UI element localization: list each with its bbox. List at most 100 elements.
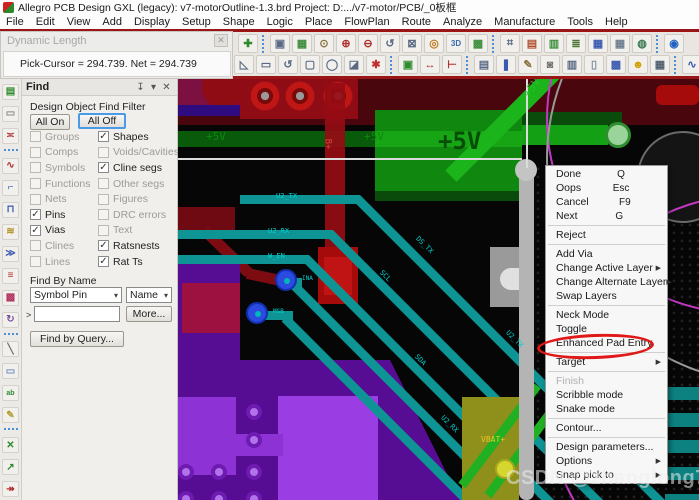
checkbox-box[interactable]: [30, 256, 41, 267]
measure-icon[interactable]: ↔: [420, 55, 440, 74]
menu-display[interactable]: Display: [128, 16, 176, 28]
shade-icon[interactable]: ◪: [344, 55, 364, 74]
menu-item-next[interactable]: Next G: [546, 209, 667, 223]
rect-icon[interactable]: ▢: [300, 55, 320, 74]
checkbox-box[interactable]: [30, 147, 41, 158]
menu-route[interactable]: Route: [396, 16, 437, 28]
loop-icon[interactable]: ↻: [2, 312, 19, 328]
menu-item-neck-mode[interactable]: Neck Mode: [546, 308, 667, 322]
via-add-icon[interactable]: ⊓: [2, 202, 19, 218]
menu-item-swap-layers[interactable]: Swap Layers: [546, 289, 667, 303]
checkbox-functions[interactable]: Functions: [30, 176, 91, 192]
render-icon[interactable]: ▣: [398, 55, 418, 74]
menu-separator[interactable]: [548, 437, 665, 438]
checkbox-lines[interactable]: Lines: [30, 254, 91, 270]
objects-icon[interactable]: ▥: [544, 34, 564, 53]
array-icon[interactable]: ▦: [650, 55, 670, 74]
menu-separator[interactable]: [548, 371, 665, 372]
route-icon[interactable]: ∿: [2, 158, 19, 174]
view-fit-icon[interactable]: ▦: [292, 34, 312, 53]
toolbar-separator[interactable]: [466, 56, 470, 74]
checkbox-box[interactable]: ✓: [30, 225, 41, 236]
checkbox-ratsnests[interactable]: ✓ Ratsnests: [98, 238, 179, 254]
more-button[interactable]: More...: [126, 306, 172, 322]
checkbox-groups[interactable]: Groups: [30, 129, 91, 145]
zoom-points-icon[interactable]: ⊙: [314, 34, 334, 53]
menu-item-snake-mode[interactable]: Snake mode: [546, 402, 667, 416]
checkbox-box[interactable]: [98, 225, 109, 236]
menu-item-design-parameters[interactable]: Design parameters...: [546, 440, 667, 454]
redraw-icon[interactable]: ◎: [424, 34, 444, 53]
menu-item-options[interactable]: Options ▶: [546, 454, 667, 468]
checkbox-rat-ts[interactable]: ✓ Rat Ts: [98, 254, 179, 270]
pliers-icon[interactable]: ✎: [518, 55, 538, 74]
select-icon[interactable]: ◺: [234, 55, 254, 74]
world-view-icon[interactable]: ◍: [632, 34, 652, 53]
checkbox-voids[interactable]: Voids/Cavities: [98, 145, 179, 161]
connect-icon[interactable]: ≍: [2, 128, 19, 144]
zoom-world-icon[interactable]: ⊠: [402, 34, 422, 53]
all-off-button[interactable]: All Off: [78, 113, 126, 129]
menu-separator[interactable]: [548, 418, 665, 419]
menu-place[interactable]: Place: [299, 16, 339, 28]
checkbox-vias[interactable]: ✓ Vias: [30, 223, 91, 239]
close-icon[interactable]: ✕: [160, 82, 173, 93]
checkbox-other-segs[interactable]: Other segs: [98, 176, 179, 192]
menu-manufacture[interactable]: Manufacture: [488, 16, 561, 28]
menu-flowplan[interactable]: FlowPlan: [338, 16, 395, 28]
properties-icon[interactable]: ❚: [496, 55, 516, 74]
checkbox-box[interactable]: [98, 209, 109, 220]
camera-icon[interactable]: ◙: [540, 55, 560, 74]
bus-icon[interactable]: ≡: [2, 268, 19, 284]
checkbox-box[interactable]: ✓: [98, 240, 109, 251]
arrowhead-icon[interactable]: ≫: [2, 246, 19, 262]
checkbox-nets[interactable]: Nets: [30, 191, 91, 207]
checkbox-figures[interactable]: Figures: [98, 191, 179, 207]
checkbox-pins[interactable]: ✓ Pins: [30, 207, 91, 223]
left-toolbar-separator[interactable]: [4, 428, 18, 432]
smiley-icon[interactable]: ☻: [628, 55, 648, 74]
color-grid-icon[interactable]: ▩: [2, 290, 19, 306]
pin-swap-icon[interactable]: ≋: [2, 224, 19, 240]
left-toolbar-separator[interactable]: [4, 149, 18, 153]
waveform-icon[interactable]: ∿: [682, 55, 699, 74]
menu-item-change-active-layer[interactable]: Change Active Layer ▶: [546, 261, 667, 275]
toolbar-separator[interactable]: [656, 35, 660, 53]
highlight-icon[interactable]: ✱: [366, 55, 386, 74]
text-edit-icon[interactable]: ✎: [2, 407, 19, 423]
zoom-out-icon[interactable]: ⊖: [358, 34, 378, 53]
find-name-input[interactable]: [34, 306, 120, 322]
status-icon[interactable]: ◉: [664, 34, 684, 53]
menu-tools[interactable]: Tools: [561, 16, 599, 28]
menu-file[interactable]: File: [0, 16, 30, 28]
chevron-down-icon[interactable]: ▾: [147, 82, 160, 93]
checkbox-drc-errors[interactable]: DRC errors: [98, 207, 179, 223]
menu-item-scribble-mode[interactable]: Scribble mode: [546, 388, 667, 402]
line-icon[interactable]: ╲: [2, 341, 19, 357]
find-by-query-button[interactable]: Find by Query...: [30, 331, 124, 347]
slide-icon[interactable]: ↗: [2, 459, 19, 475]
checkbox-clines[interactable]: Clines: [30, 238, 91, 254]
delay-tune-icon[interactable]: ↠: [2, 481, 19, 497]
grid-icon[interactable]: ⌗: [500, 34, 520, 53]
layers-icon[interactable]: ▤: [522, 34, 542, 53]
color-icon[interactable]: ▩: [468, 34, 488, 53]
toolbar-separator[interactable]: [390, 56, 394, 74]
checkbox-box[interactable]: [30, 178, 41, 189]
pin-icon[interactable]: ↧: [134, 82, 147, 93]
checkbox-box[interactable]: ✓: [98, 256, 109, 267]
file-new-icon[interactable]: ▤: [2, 84, 19, 100]
zoom-previous-icon[interactable]: ↺: [380, 34, 400, 53]
menu-shape[interactable]: Shape: [217, 16, 261, 28]
menu-view[interactable]: View: [61, 16, 97, 28]
zoom-in-icon[interactable]: ⊕: [336, 34, 356, 53]
ruler-icon[interactable]: ⊢: [442, 55, 462, 74]
left-toolbar-separator[interactable]: [4, 333, 18, 337]
checkbox-box[interactable]: [30, 240, 41, 251]
menu-separator[interactable]: [548, 244, 665, 245]
checkbox-box[interactable]: ✓: [98, 162, 109, 173]
rectangle-icon[interactable]: ▭: [2, 363, 19, 379]
find-type-select[interactable]: Symbol Pin ▾: [30, 287, 122, 303]
menu-separator[interactable]: [548, 225, 665, 226]
toolbar-separator[interactable]: [674, 56, 678, 74]
